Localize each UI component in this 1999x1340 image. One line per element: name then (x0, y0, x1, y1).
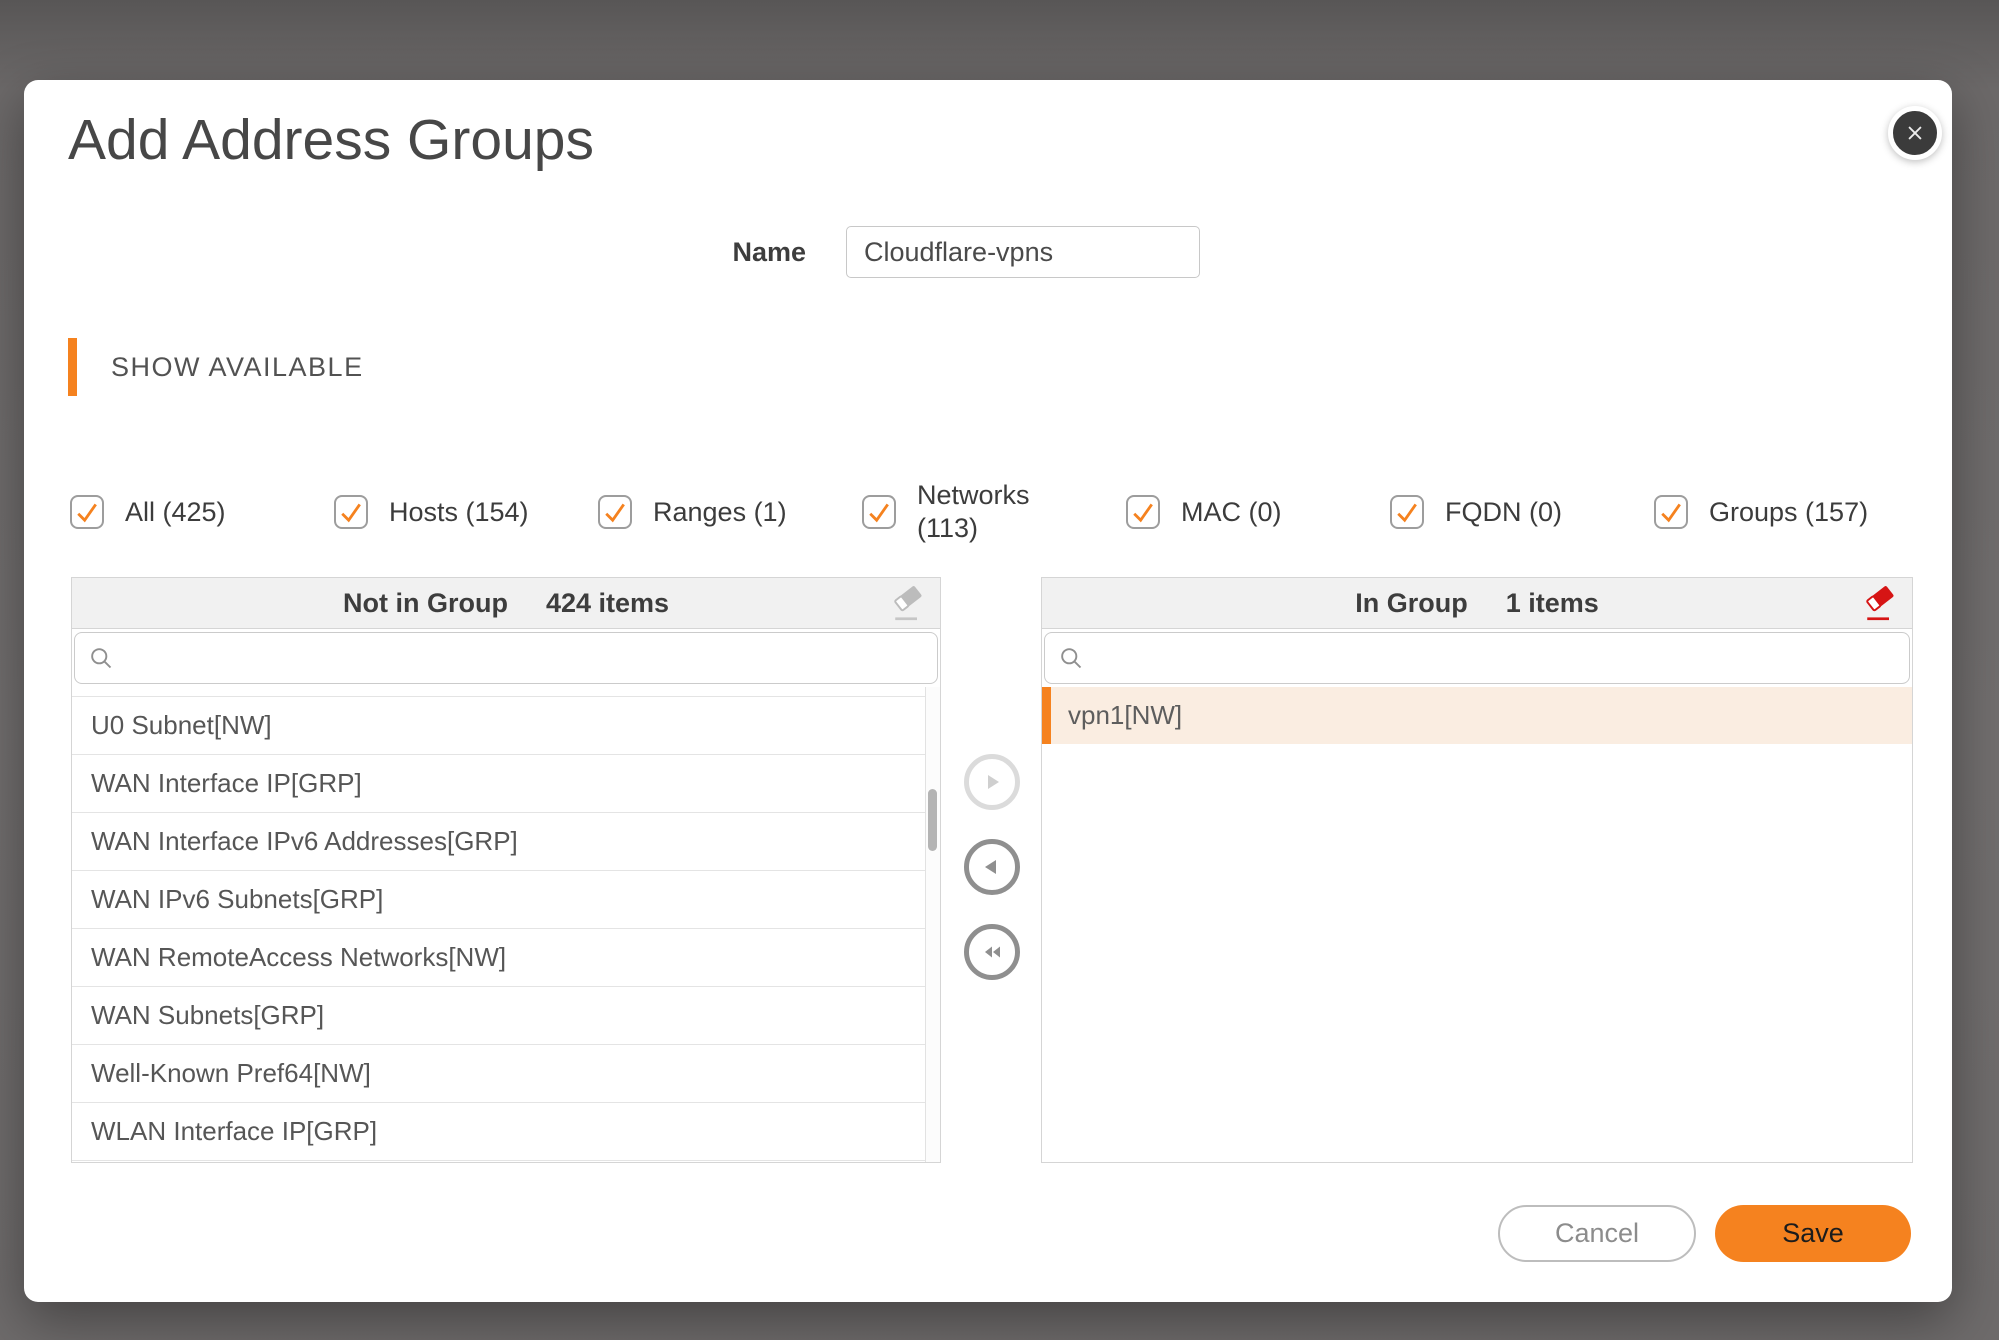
name-field-row: Name (714, 226, 1200, 278)
check-icon (865, 498, 893, 526)
transfer-controls (964, 754, 1020, 980)
list-item[interactable]: Well-Known Pref64[NW] (72, 1045, 925, 1103)
in-group-header: In Group 1 items (1042, 578, 1912, 629)
list-item[interactable]: WAN Interface IPv6 Addresses[GRP] (72, 813, 925, 871)
add-address-groups-dialog: Add Address Groups Name SHOW AVAILABLE A… (24, 80, 1952, 1302)
check-icon (1657, 498, 1685, 526)
save-button[interactable]: Save (1715, 1205, 1911, 1262)
panel-item-count: 424 items (546, 588, 669, 619)
list-item[interactable]: WAN Subnets[GRP] (72, 987, 925, 1045)
show-available-section: SHOW AVAILABLE (68, 338, 364, 396)
scrollbar-thumb[interactable] (928, 789, 937, 851)
panel-item-count: 1 items (1506, 588, 1599, 619)
list-item-selected[interactable]: vpn1[NW] (1042, 687, 1912, 744)
screen-backdrop: { "dialog": { "title": "Add Address Grou… (0, 0, 1999, 1340)
section-accent-bar (68, 338, 77, 396)
not-in-group-search (74, 632, 938, 684)
move-left-button[interactable] (964, 839, 1020, 895)
checkbox[interactable] (1654, 495, 1688, 529)
name-input[interactable] (846, 226, 1200, 278)
filter-groups[interactable]: Groups (157) (1654, 495, 1918, 529)
eraser-icon (1862, 582, 1898, 624)
type-filter-row: All (425) Hosts (154) Ranges (1) Network… (70, 474, 1918, 550)
filter-label: Hosts (154) (389, 496, 529, 529)
filter-label: Groups (157) (1709, 496, 1868, 529)
filter-hosts[interactable]: Hosts (154) (334, 495, 598, 529)
filter-ranges[interactable]: Ranges (1) (598, 495, 862, 529)
search-input[interactable] (127, 642, 924, 675)
list-item-partial (72, 687, 925, 697)
close-icon (1901, 119, 1929, 147)
filter-mac[interactable]: MAC (0) (1126, 495, 1390, 529)
arrow-right-icon (979, 769, 1005, 795)
checkbox[interactable] (1126, 495, 1160, 529)
checkbox[interactable] (1390, 495, 1424, 529)
checkbox[interactable] (70, 495, 104, 529)
name-label: Name (714, 237, 806, 268)
filter-label: All (425) (125, 496, 226, 529)
dialog-title: Add Address Groups (68, 108, 594, 174)
check-icon (73, 498, 101, 526)
section-title: SHOW AVAILABLE (111, 352, 364, 383)
in-group-list: vpn1[NW] (1042, 687, 1912, 1162)
filter-label: MAC (0) (1181, 496, 1282, 529)
filter-label: Ranges (1) (653, 496, 787, 529)
filter-label: FQDN (0) (1445, 496, 1562, 529)
list-item[interactable]: U0 Subnet[NW] (72, 697, 925, 755)
move-all-left-button[interactable] (964, 924, 1020, 980)
filter-networks[interactable]: Networks (113) (862, 479, 1126, 545)
filter-all[interactable]: All (425) (70, 495, 334, 529)
in-group-panel: In Group 1 items (1041, 577, 1913, 1163)
checkbox[interactable] (598, 495, 632, 529)
search-input[interactable] (1097, 642, 1896, 675)
scrollbar-track[interactable] (925, 687, 940, 1162)
check-icon (337, 498, 365, 526)
not-in-group-list: U0 Subnet[NW] WAN Interface IP[GRP] WAN … (72, 687, 940, 1162)
arrow-left-icon (979, 854, 1005, 880)
search-icon (88, 645, 115, 672)
panel-title: Not in Group (343, 588, 508, 619)
clear-right-list-button[interactable] (1858, 579, 1902, 627)
in-group-search (1044, 632, 1910, 684)
not-in-group-panel: Not in Group 424 items (71, 577, 941, 1163)
close-button[interactable] (1888, 106, 1942, 160)
panel-title: In Group (1355, 588, 1467, 619)
check-icon (1393, 498, 1421, 526)
eraser-icon (890, 582, 926, 624)
check-icon (1129, 498, 1157, 526)
filter-fqdn[interactable]: FQDN (0) (1390, 495, 1654, 529)
list-item[interactable]: WAN IPv6 Subnets[GRP] (72, 871, 925, 929)
search-icon (1058, 645, 1085, 672)
checkbox[interactable] (334, 495, 368, 529)
cancel-button[interactable]: Cancel (1498, 1205, 1696, 1262)
move-right-button[interactable] (964, 754, 1020, 810)
checkbox[interactable] (862, 495, 896, 529)
filter-label: Networks (113) (917, 479, 1030, 545)
clear-left-list-button[interactable] (886, 579, 930, 627)
double-arrow-left-icon (979, 939, 1005, 965)
not-in-group-header: Not in Group 424 items (72, 578, 940, 629)
list-item[interactable]: WAN Interface IP[GRP] (72, 755, 925, 813)
list-item[interactable]: WLAN Interface IP[GRP] (72, 1103, 925, 1161)
list-item[interactable]: WAN RemoteAccess Networks[NW] (72, 929, 925, 987)
check-icon (601, 498, 629, 526)
